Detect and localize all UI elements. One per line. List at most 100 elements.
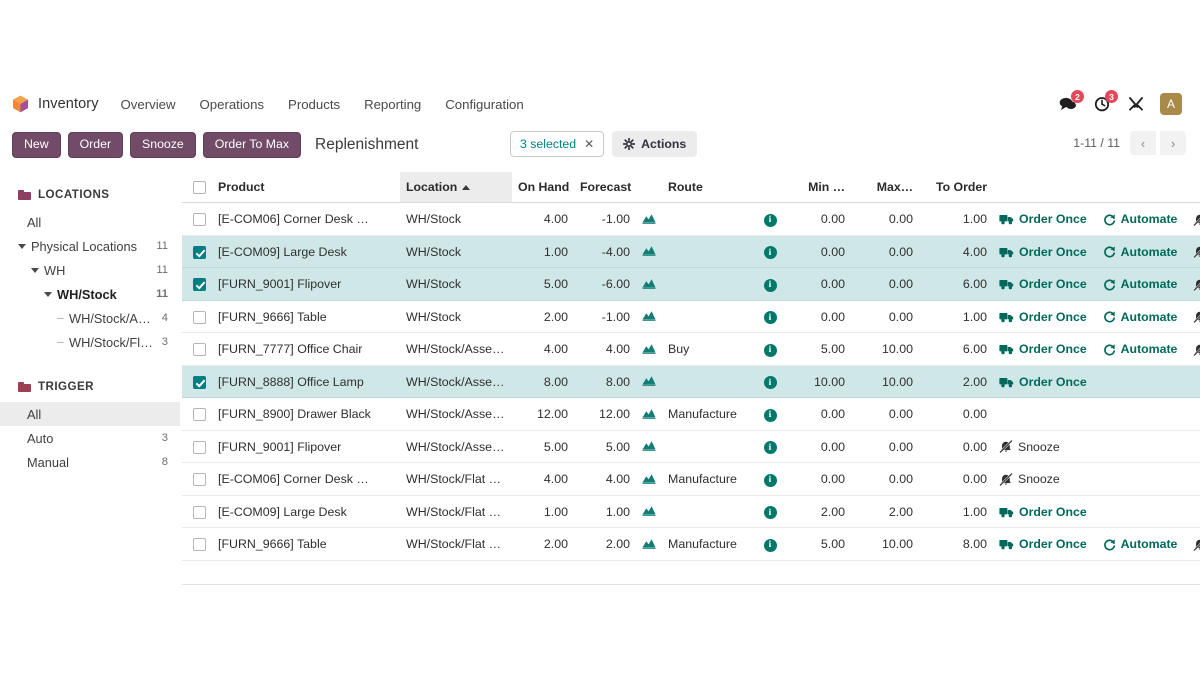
cell-info[interactable]: i xyxy=(757,528,783,561)
order-once-button[interactable]: Order Once xyxy=(999,375,1087,389)
info-icon[interactable]: i xyxy=(764,506,777,519)
app-brand[interactable]: Inventory xyxy=(12,95,99,113)
column-header-location[interactable]: Location xyxy=(400,172,512,203)
order-once-button[interactable]: Order Once xyxy=(999,342,1087,356)
sidebar-item-wh-stock-asse[interactable]: WH/Stock/Asse…4 xyxy=(0,306,180,330)
info-icon[interactable]: i xyxy=(764,539,777,552)
row-checkbox[interactable] xyxy=(193,408,206,421)
row-checkbox[interactable] xyxy=(193,538,206,551)
snooze-action-button[interactable]: Snooze xyxy=(1193,245,1200,259)
column-header-forecast[interactable]: Forecast xyxy=(574,172,636,203)
table-row[interactable]: [FURN_9001] FlipoverWH/Stock5.00-6.00i0.… xyxy=(182,268,1200,301)
sidebar-item-all[interactable]: All xyxy=(0,210,180,234)
cell-info[interactable]: i xyxy=(757,495,783,528)
column-header-on-hand[interactable]: On Hand xyxy=(512,172,574,203)
caret-down-icon[interactable] xyxy=(44,292,52,297)
row-checkbox[interactable] xyxy=(193,376,206,389)
order-once-button[interactable]: Order Once xyxy=(999,245,1087,259)
snooze-action-button[interactable]: Snooze xyxy=(1193,342,1200,356)
column-header-max[interactable]: Max… xyxy=(851,172,919,203)
cell-forecast-chart[interactable] xyxy=(636,235,662,268)
snooze-action-button[interactable]: Snooze xyxy=(999,472,1060,486)
table-row[interactable]: [FURN_8900] Drawer BlackWH/Stock/Asse…12… xyxy=(182,398,1200,431)
snooze-action-button[interactable]: Snooze xyxy=(1193,537,1200,551)
order-once-button[interactable]: Order Once xyxy=(999,212,1087,226)
cell-forecast-chart[interactable] xyxy=(636,333,662,366)
cell-forecast-chart[interactable] xyxy=(636,365,662,398)
sidebar-item-wh-stock[interactable]: WH/Stock11 xyxy=(0,282,180,306)
row-checkbox[interactable] xyxy=(193,311,206,324)
order-once-button[interactable]: Order Once xyxy=(999,537,1087,551)
row-checkbox[interactable] xyxy=(193,506,206,519)
cell-info[interactable]: i xyxy=(757,203,783,236)
cell-info[interactable]: i xyxy=(757,268,783,301)
new-button[interactable]: New xyxy=(12,132,61,158)
caret-down-icon[interactable] xyxy=(18,244,26,249)
row-checkbox[interactable] xyxy=(193,441,206,454)
column-header-route[interactable]: Route xyxy=(662,172,757,203)
cell-forecast-chart[interactable] xyxy=(636,300,662,333)
table-row[interactable]: [FURN_9666] TableWH/Stock/Flat P…2.002.0… xyxy=(182,528,1200,561)
automate-button[interactable]: Automate xyxy=(1103,342,1178,356)
snooze-action-button[interactable]: Snooze xyxy=(1193,277,1200,291)
cell-forecast-chart[interactable] xyxy=(636,430,662,463)
sidebar-item-all[interactable]: All xyxy=(0,402,180,426)
close-icon[interactable]: ✕ xyxy=(584,137,594,151)
actions-dropdown[interactable]: Actions xyxy=(612,131,697,157)
nav-item-overview[interactable]: Overview xyxy=(121,97,176,112)
row-checkbox[interactable] xyxy=(193,343,206,356)
sidebar-item-physical-locations[interactable]: Physical Locations11 xyxy=(0,234,180,258)
info-icon[interactable]: i xyxy=(764,376,777,389)
nav-item-operations[interactable]: Operations xyxy=(200,97,265,112)
activities-button[interactable]: 3 xyxy=(1092,94,1112,114)
cell-info[interactable]: i xyxy=(757,365,783,398)
order-button[interactable]: Order xyxy=(68,132,123,158)
cell-forecast-chart[interactable] xyxy=(636,463,662,496)
table-row[interactable]: [E-COM09] Large DeskWH/Stock/Flat P…1.00… xyxy=(182,495,1200,528)
snooze-action-button[interactable]: Snooze xyxy=(1193,212,1200,226)
info-icon[interactable]: i xyxy=(764,474,777,487)
column-header-product[interactable]: Product xyxy=(212,172,400,203)
row-checkbox[interactable] xyxy=(193,278,206,291)
order-once-button[interactable]: Order Once xyxy=(999,505,1087,519)
row-checkbox[interactable] xyxy=(193,213,206,226)
nav-item-reporting[interactable]: Reporting xyxy=(364,97,421,112)
row-checkbox[interactable] xyxy=(193,246,206,259)
automate-button[interactable]: Automate xyxy=(1103,245,1178,259)
order-to-max-button[interactable]: Order To Max xyxy=(203,132,301,158)
table-row[interactable]: [FURN_9666] TableWH/Stock2.00-1.00i0.000… xyxy=(182,300,1200,333)
info-icon[interactable]: i xyxy=(764,441,777,454)
cell-info[interactable]: i xyxy=(757,235,783,268)
snooze-action-button[interactable]: Snooze xyxy=(999,440,1060,454)
info-icon[interactable]: i xyxy=(764,246,777,259)
table-row[interactable]: [FURN_8888] Office LampWH/Stock/Asse…8.0… xyxy=(182,365,1200,398)
cell-info[interactable]: i xyxy=(757,300,783,333)
select-all-checkbox[interactable] xyxy=(193,181,206,194)
table-row[interactable]: [FURN_7777] Office ChairWH/Stock/Asse…4.… xyxy=(182,333,1200,366)
info-icon[interactable]: i xyxy=(764,344,777,357)
column-header-min[interactable]: Min … xyxy=(783,172,851,203)
cell-forecast-chart[interactable] xyxy=(636,495,662,528)
column-header-to-order[interactable]: To Order xyxy=(919,172,993,203)
pager-next-button[interactable]: › xyxy=(1160,131,1186,155)
avatar[interactable]: A xyxy=(1160,93,1182,115)
info-icon[interactable]: i xyxy=(764,311,777,324)
cell-info[interactable]: i xyxy=(757,398,783,431)
table-row[interactable]: [E-COM06] Corner Desk …WH/Stock/Flat P…4… xyxy=(182,463,1200,496)
sidebar-item-wh-stock-flat-p[interactable]: WH/Stock/Flat P…3 xyxy=(0,330,180,354)
order-once-button[interactable]: Order Once xyxy=(999,277,1087,291)
caret-down-icon[interactable] xyxy=(31,268,39,273)
table-row[interactable]: [E-COM09] Large DeskWH/Stock1.00-4.00i0.… xyxy=(182,235,1200,268)
info-icon[interactable]: i xyxy=(764,279,777,292)
order-once-button[interactable]: Order Once xyxy=(999,310,1087,324)
cell-forecast-chart[interactable] xyxy=(636,268,662,301)
automate-button[interactable]: Automate xyxy=(1103,310,1178,324)
nav-item-products[interactable]: Products xyxy=(288,97,340,112)
pager-previous-button[interactable]: ‹ xyxy=(1130,131,1156,155)
info-icon[interactable]: i xyxy=(764,409,777,422)
row-checkbox[interactable] xyxy=(193,473,206,486)
nav-item-configuration[interactable]: Configuration xyxy=(445,97,523,112)
snooze-button[interactable]: Snooze xyxy=(130,132,196,158)
cell-info[interactable]: i xyxy=(757,463,783,496)
table-row[interactable]: [FURN_9001] FlipoverWH/Stock/Asse…5.005.… xyxy=(182,430,1200,463)
